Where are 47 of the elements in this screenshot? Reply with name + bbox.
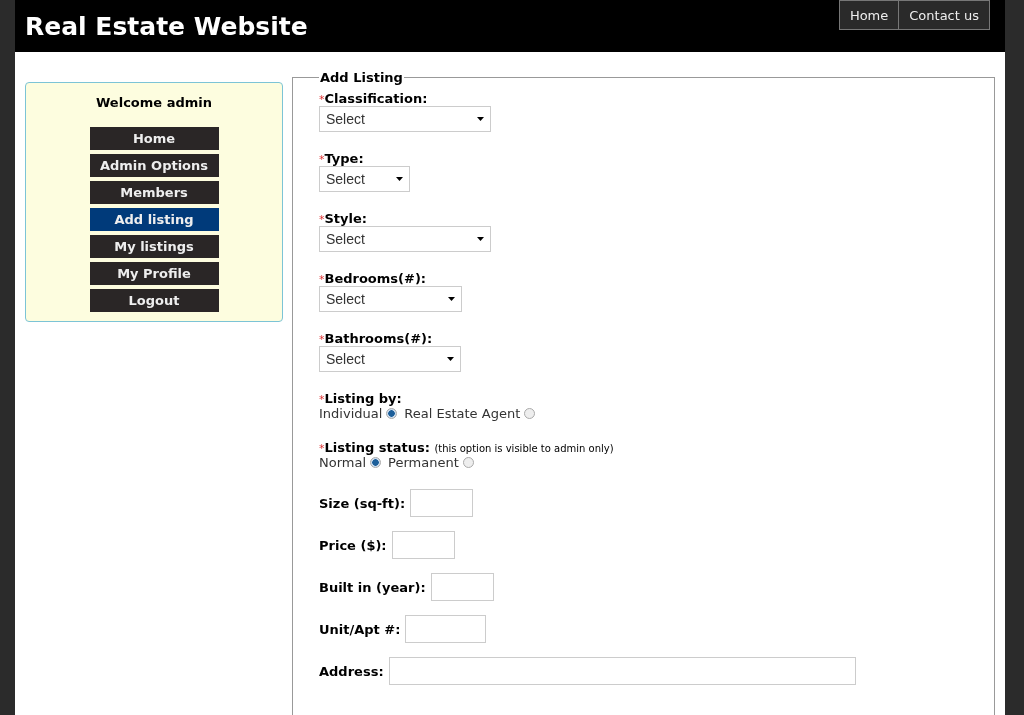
field-label: *Type:: [319, 151, 365, 166]
site-title: Real Estate Website: [25, 12, 308, 41]
field-label: *Listing by:: [319, 391, 403, 406]
radio-button[interactable]: [370, 457, 382, 468]
field-label: *Bedrooms(#):: [319, 271, 428, 286]
radio-label: Individual: [319, 406, 383, 421]
input-field[interactable]: [391, 531, 455, 559]
field-label: Price ($):: [319, 537, 387, 553]
input-field[interactable]: [388, 657, 856, 685]
radio-label: Permanent: [388, 455, 459, 470]
fieldset-legend: Add Listing: [319, 70, 404, 85]
field-label: Size (sq-ft):: [319, 495, 406, 511]
sidebar-menu-item[interactable]: Home: [89, 127, 219, 150]
input-field[interactable]: [405, 615, 487, 643]
select-dropdown[interactable]: Select: [319, 226, 491, 252]
welcome-text: Welcome admin: [96, 95, 212, 110]
select-dropdown[interactable]: Select: [319, 106, 491, 132]
sidebar-menu-item[interactable]: Admin Options: [89, 154, 219, 177]
sidebar-menu-item[interactable]: My Profile: [89, 262, 219, 285]
input-field[interactable]: [430, 573, 494, 601]
field-label: *Bathrooms(#):: [319, 331, 434, 346]
sidebar-menu-item[interactable]: Members: [89, 181, 219, 204]
field-label: Address:: [319, 663, 384, 679]
sidebar-menu-item[interactable]: My listings: [89, 235, 219, 258]
sidebar-menu-item[interactable]: Logout: [89, 289, 219, 312]
radio-button[interactable]: [386, 408, 398, 419]
field-label: *Style:: [319, 211, 369, 226]
caret-icon: [477, 237, 484, 241]
field-label: Built in (year):: [319, 579, 426, 595]
field-label: *Classification:: [319, 91, 429, 106]
radio-button[interactable]: [524, 408, 536, 419]
caret-icon: [396, 177, 403, 181]
select-dropdown[interactable]: Select: [319, 286, 462, 312]
sidebar-menu-item[interactable]: Add listing: [89, 208, 219, 231]
input-field[interactable]: [410, 489, 474, 517]
radio-label: Real Estate Agent: [404, 406, 521, 421]
field-label: *Listing status: (this option is visible to admin only): [319, 440, 615, 455]
nav-link[interactable]: Home: [838, 0, 900, 30]
select-dropdown[interactable]: Select: [319, 166, 410, 192]
caret-icon: [448, 297, 455, 301]
field-label: Unit/Apt #:: [319, 621, 401, 637]
select-dropdown[interactable]: Select: [319, 346, 461, 372]
nav-link[interactable]: Contact us: [898, 0, 990, 30]
radio-button[interactable]: [462, 457, 474, 468]
radio-label: Normal: [319, 455, 367, 470]
caret-icon: [447, 357, 454, 361]
caret-icon: [477, 117, 484, 121]
